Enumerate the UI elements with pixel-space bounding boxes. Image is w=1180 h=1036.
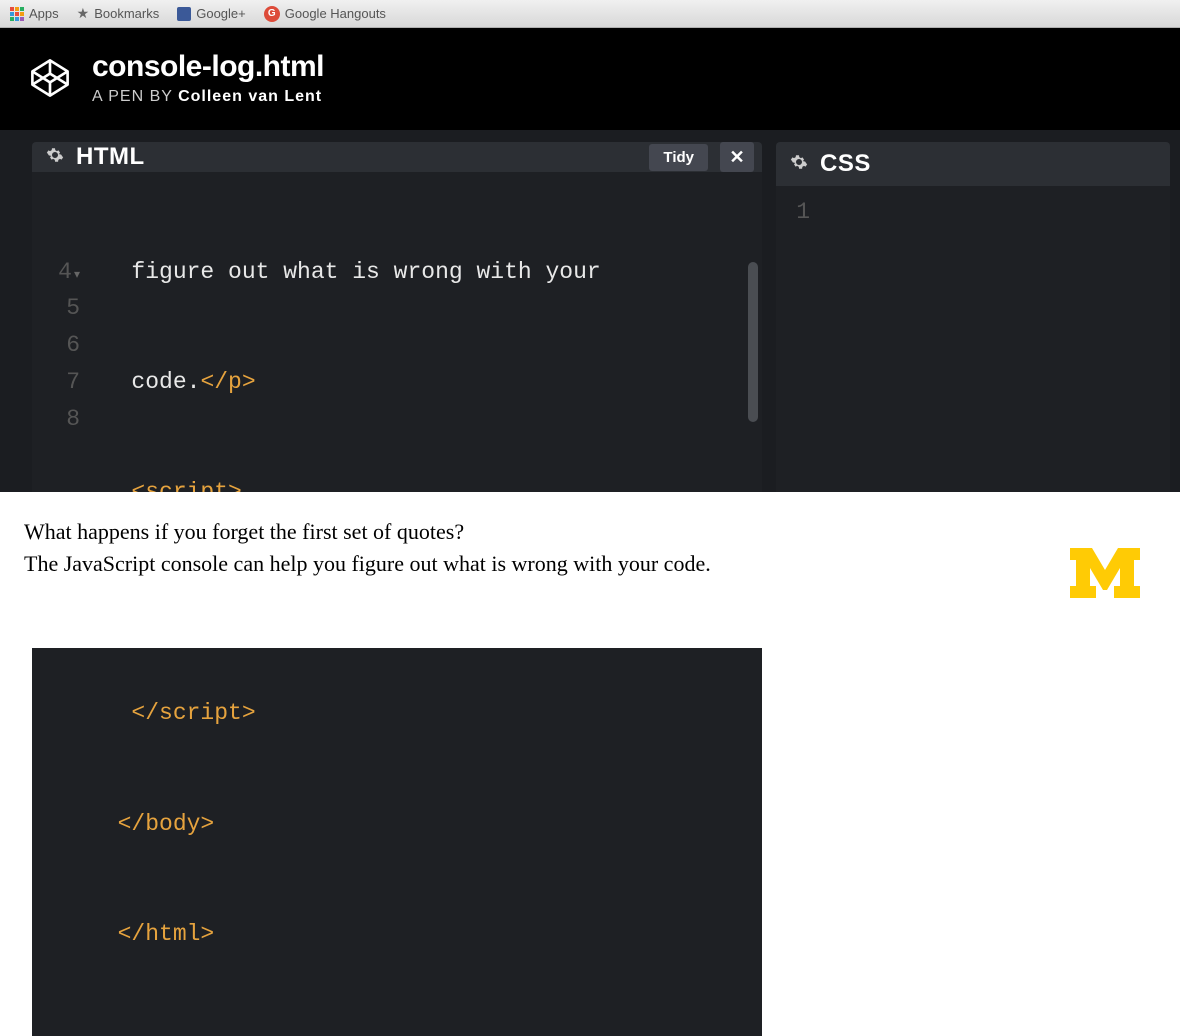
bookmarks-bookmark[interactable]: ★ Bookmarks <box>77 5 160 22</box>
apps-label: Apps <box>29 6 59 21</box>
apps-grid-icon <box>10 7 24 21</box>
scrollbar[interactable] <box>748 262 758 422</box>
star-icon: ★ <box>77 5 90 22</box>
close-icon: ✕ <box>729 147 744 168</box>
codepen-header: console-log.html A PEN BY Colleen van Le… <box>0 28 1180 130</box>
output-line-1: What happens if you forget the first set… <box>24 516 1156 548</box>
css-panel: CSS 1 <box>776 142 1170 492</box>
hangouts-label: Google Hangouts <box>285 6 386 21</box>
umich-m-icon <box>1070 548 1140 598</box>
codepen-logo-icon <box>28 56 72 100</box>
pen-title: console-log.html <box>92 50 324 84</box>
hangouts-icon: G <box>264 6 280 22</box>
browser-bookmarks-bar: Apps ★ Bookmarks Google+ G Google Hangou… <box>0 0 1180 28</box>
css-panel-header: CSS <box>776 142 1170 186</box>
googleplus-label: Google+ <box>196 6 246 21</box>
fold-arrow-icon[interactable]: ▾ <box>74 268 80 282</box>
css-gutter: 1 <box>776 194 820 482</box>
css-panel-title: CSS <box>820 150 871 178</box>
html-panel-header: HTML Tidy ✕ <box>32 142 762 172</box>
pen-author[interactable]: Colleen van Lent <box>178 88 322 105</box>
umich-logo <box>1070 548 1140 607</box>
close-button[interactable]: ✕ <box>720 142 754 172</box>
bookmarks-label: Bookmarks <box>94 6 159 21</box>
apps-bookmark[interactable]: Apps <box>10 6 59 21</box>
css-code-editor[interactable]: 1 <box>776 186 1170 492</box>
output-line-2: The JavaScript console can help you figu… <box>24 548 1156 580</box>
hangouts-bookmark[interactable]: G Google Hangouts <box>264 6 386 22</box>
gear-icon[interactable] <box>790 153 808 176</box>
output-preview: What happens if you forget the first set… <box>0 492 1180 648</box>
byline-prefix: A PEN BY <box>92 88 178 105</box>
pen-byline: A PEN BY Colleen van Lent <box>92 88 324 106</box>
editor-area: HTML Tidy ✕ 4▾ 5 6 7 8 figure out what i… <box>0 130 1180 492</box>
googleplus-bookmark[interactable]: Google+ <box>177 6 246 21</box>
tidy-button[interactable]: Tidy <box>649 144 708 171</box>
html-panel: HTML Tidy ✕ 4▾ 5 6 7 8 figure out what i… <box>32 142 762 492</box>
html-panel-title: HTML <box>76 143 145 171</box>
googleplus-icon <box>177 7 191 21</box>
gear-icon[interactable] <box>46 146 64 169</box>
